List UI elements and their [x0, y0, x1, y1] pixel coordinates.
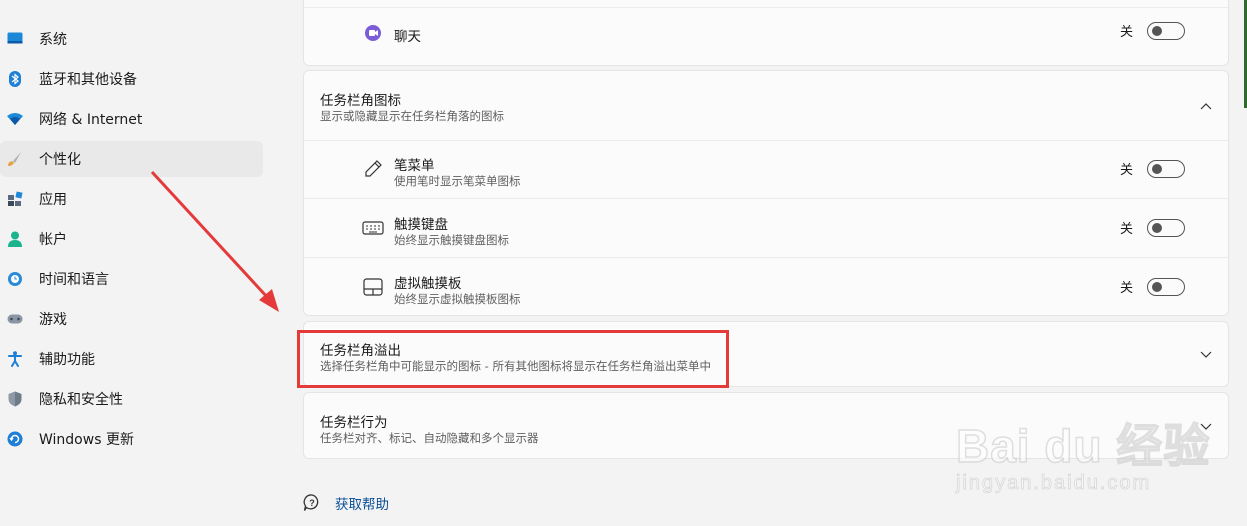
help-icon: ? — [303, 494, 321, 512]
sidebar-item-privacy[interactable]: 隐私和安全性 — [0, 381, 263, 417]
sidebar-item-gaming[interactable]: 游戏 — [0, 301, 263, 337]
chat-title: 聊天 — [394, 29, 421, 45]
chevron-down-icon[interactable] — [1198, 347, 1214, 363]
sidebar: 系统 蓝牙和其他设备 网络 & Internet 个性化 应用 帐户 时间和语言… — [0, 0, 270, 526]
row-subtitle: 始终显示虚拟触摸板图标 — [394, 292, 521, 306]
toggle-knob — [1152, 281, 1162, 292]
toggle-state-label: 关 — [1119, 222, 1133, 237]
corner-icons-card: 任务栏角图标 显示或隐藏显示在任务栏角落的图标 笔菜单 使用笔时显示笔菜单图标 … — [303, 70, 1229, 316]
sidebar-item-label: Windows 更新 — [39, 432, 134, 448]
toggle-state-label: 关 — [1119, 163, 1133, 178]
row-subtitle: 使用笔时显示笔菜单图标 — [394, 174, 521, 188]
section-title: 任务栏角图标 — [320, 93, 401, 109]
touch-keyboard-toggle[interactable] — [1147, 218, 1185, 237]
keyboard-toggle-group: 关 — [1120, 218, 1185, 237]
virtual-touchpad-toggle[interactable] — [1147, 277, 1185, 296]
touch-keyboard-row: 触摸键盘 始终显示触摸键盘图标 关 — [304, 198, 1228, 258]
watermark: Bai du 经验 jingyan.baidu.com — [952, 388, 1210, 518]
keyboard-icon — [362, 217, 384, 239]
toggle-state-label: 关 — [1119, 25, 1133, 40]
sidebar-item-label: 时间和语言 — [39, 272, 109, 288]
sidebar-item-label: 个性化 — [39, 152, 81, 168]
row-title: 触摸键盘 — [394, 217, 448, 233]
sidebar-item-accounts[interactable]: 帐户 — [0, 221, 263, 257]
row-subtitle: 始终显示触摸键盘图标 — [394, 233, 509, 247]
chat-toggle[interactable] — [1147, 21, 1185, 40]
sidebar-item-network[interactable]: 网络 & Internet — [0, 101, 263, 137]
globe-clock-icon — [7, 271, 23, 287]
corner-overflow-card[interactable]: 任务栏角溢出 选择任务栏角中可能显示的图标 - 所有其他图标将显示在任务栏角溢出… — [303, 321, 1229, 387]
toggle-knob — [1152, 163, 1162, 174]
wifi-icon — [7, 111, 23, 127]
chat-icon — [362, 22, 384, 44]
help-label: 获取帮助 — [335, 497, 389, 513]
chevron-up-icon[interactable] — [1198, 98, 1214, 114]
watermark-brand: Bai du 经验 — [955, 419, 1211, 473]
sidebar-item-label: 辅助功能 — [39, 352, 95, 368]
sidebar-item-personalization[interactable]: 个性化 — [0, 141, 263, 177]
person-icon — [7, 231, 23, 247]
toggle-state-label: 关 — [1119, 281, 1133, 296]
pen-toggle-group: 关 — [1120, 159, 1185, 178]
shield-icon — [7, 391, 23, 407]
section-subtitle: 显示或隐藏显示在任务栏角落的图标 — [320, 109, 504, 123]
toggle-knob — [1152, 222, 1162, 233]
toggle-knob — [1152, 25, 1162, 36]
apps-icon — [7, 191, 23, 207]
accessibility-icon — [7, 351, 23, 367]
corner-icons-header[interactable]: 任务栏角图标 显示或隐藏显示在任务栏角落的图标 — [304, 71, 1228, 140]
gamepad-icon — [7, 311, 23, 327]
chat-toggle-group: 关 — [1120, 21, 1185, 40]
sidebar-item-time-language[interactable]: 时间和语言 — [0, 261, 263, 297]
sidebar-item-accessibility[interactable]: 辅助功能 — [0, 341, 263, 377]
pen-menu-row: 笔菜单 使用笔时显示笔菜单图标 关 — [304, 140, 1228, 199]
monitor-icon — [7, 31, 23, 47]
sidebar-item-label: 应用 — [39, 192, 67, 208]
chat-row: 聊天 关 — [304, 7, 1228, 66]
brush-icon — [7, 151, 23, 167]
sidebar-item-bluetooth[interactable]: 蓝牙和其他设备 — [0, 61, 263, 97]
sidebar-item-system[interactable]: 系统 — [0, 21, 263, 57]
sidebar-item-apps[interactable]: 应用 — [0, 181, 263, 217]
pen-menu-toggle[interactable] — [1147, 159, 1185, 178]
sidebar-item-label: 网络 & Internet — [39, 112, 143, 128]
chat-card: 聊天 关 — [303, 0, 1229, 66]
touchpad-toggle-group: 关 — [1120, 277, 1185, 296]
bluetooth-icon — [7, 71, 23, 87]
watermark-url: jingyan.baidu.com — [956, 472, 1152, 495]
touchpad-icon — [362, 276, 384, 298]
sidebar-item-label: 帐户 — [39, 232, 67, 248]
sidebar-item-label: 系统 — [39, 32, 67, 48]
sidebar-item-label: 隐私和安全性 — [39, 392, 123, 408]
row-title: 虚拟触摸板 — [394, 276, 462, 292]
sidebar-item-label: 游戏 — [39, 312, 67, 328]
sidebar-item-windows-update[interactable]: Windows 更新 — [0, 421, 263, 457]
row-title: 笔菜单 — [394, 158, 435, 174]
update-icon — [7, 431, 23, 447]
get-help-link[interactable]: ? 获取帮助 — [303, 492, 389, 514]
section-subtitle: 选择任务栏角中可能显示的图标 - 所有其他图标将显示在任务栏角溢出菜单中 — [320, 359, 711, 373]
section-subtitle: 任务栏对齐、标记、自动隐藏和多个显示器 — [320, 431, 539, 445]
virtual-touchpad-row: 虚拟触摸板 始终显示虚拟触摸板图标 关 — [304, 257, 1228, 316]
sidebar-item-label: 蓝牙和其他设备 — [39, 72, 137, 88]
svg-text:?: ? — [309, 498, 315, 508]
section-title: 任务栏角溢出 — [320, 343, 401, 359]
section-title: 任务栏行为 — [320, 415, 388, 431]
pen-icon — [362, 158, 384, 180]
